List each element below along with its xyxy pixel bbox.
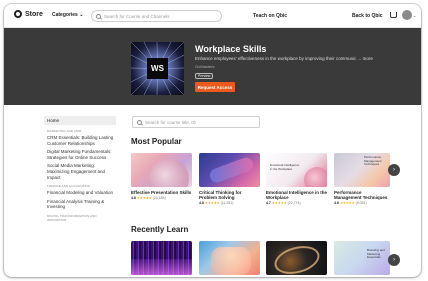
search-icon <box>96 13 101 19</box>
star-icon: ★★★★★ <box>339 201 355 205</box>
course-thumbnail <box>131 241 192 275</box>
carousel-next-button[interactable]: › <box>388 254 400 266</box>
sidebar-item-digital-marketing[interactable]: Digital Marketing Fundamentals: Strategi… <box>44 149 116 160</box>
star-icon: ★★★★★ <box>204 201 220 205</box>
logo-icon <box>14 10 22 18</box>
course-thumbnail <box>131 153 192 187</box>
course-rating: 4.6 ★★★★★ (9,051) <box>334 201 390 205</box>
rating-count: (22,774) <box>287 201 301 205</box>
sidebar-item-financial-modeling[interactable]: Financial Modeling and Valuation <box>44 190 116 196</box>
course-card[interactable]: Branding and Marketing Essentials <box>334 241 390 275</box>
categories-label: Categories <box>52 12 78 18</box>
carousel-next-button[interactable]: › <box>388 164 400 176</box>
hero-banner: WS Workplace Skills Enhance employees' e… <box>4 28 421 105</box>
app-window: Store Categories ⌄ Search for Course and… <box>4 4 421 277</box>
thumbnail-caption: Branding and Marketing Essentials <box>367 248 385 260</box>
search-icon <box>137 119 142 125</box>
star-icon: ★★★★★ <box>136 196 152 200</box>
sidebar: Home MARKETING AND CRM CRM Essentials: B… <box>44 116 116 224</box>
course-card[interactable] <box>266 241 327 275</box>
course-card[interactable] <box>131 241 192 275</box>
course-card[interactable]: Performance Management Techniques Perfor… <box>334 153 390 205</box>
most-popular-heading: Most Popular <box>131 137 182 146</box>
course-title: Effective Presentation Skills <box>131 190 192 195</box>
course-card[interactable]: Emotional Intelligence in the Workplace … <box>266 153 327 205</box>
sidebar-item-social-media[interactable]: Social Media Marketing: Maximizing Engag… <box>44 163 116 180</box>
rating-score: 4.7 <box>266 201 271 205</box>
recently-learn-heading: Recently Learn <box>131 225 189 234</box>
course-search-input[interactable]: Search for course title, ID <box>132 116 260 128</box>
categories-menu[interactable]: Categories ⌄ <box>52 12 83 18</box>
sidebar-section-title: MARKETING AND CRM <box>47 129 82 133</box>
course-thumbnail: Performance Management Techniques <box>334 153 390 187</box>
rating-count: (9,051) <box>355 201 367 205</box>
sidebar-item-financial-analysis[interactable]: Financial Analysis Training & Investing <box>44 199 116 210</box>
course-thumbnail: Branding and Marketing Essentials <box>334 241 390 275</box>
rating-score: 4.8 <box>199 201 204 205</box>
course-title: Critical Thinking for Problem Solving <box>199 190 242 200</box>
rating-count: (11,251) <box>220 201 234 205</box>
top-navigation: Store Categories ⌄ Search for Course and… <box>4 4 421 28</box>
hero-thumbnail: WS <box>131 42 184 95</box>
course-thumbnail <box>266 241 327 275</box>
course-card[interactable]: Critical Thinking for Problem Solving 4.… <box>199 153 260 205</box>
thumbnail-caption: Performance Management Techniques <box>364 155 382 167</box>
rating-count: (24,188) <box>152 196 166 200</box>
store-logo[interactable]: Store <box>14 10 43 18</box>
chevron-down-icon: ⌄ <box>79 12 84 18</box>
hero-author: GoMasters <box>195 64 215 69</box>
sidebar-item-home[interactable]: Home <box>44 116 116 125</box>
hero-title: Workplace Skills <box>195 44 267 54</box>
global-search-placeholder: Search for Course and Channels <box>104 13 170 19</box>
back-link[interactable]: Back to Qbic <box>352 13 383 19</box>
course-rating: 4.7 ★★★★★ (22,774) <box>266 201 327 205</box>
request-access-button[interactable]: Request Access <box>195 82 235 92</box>
sidebar-section-title: FINANCE AND ACCOUNTING <box>47 184 91 189</box>
course-title: Performance Management Techniques <box>334 190 388 200</box>
course-title: Emotional Intelligence in the Workplace <box>266 190 328 200</box>
star-icon: ★★★★★ <box>271 201 287 205</box>
course-rating: 4.8 ★★★★★ (11,251) <box>199 201 260 205</box>
logo-text: Store <box>25 10 43 18</box>
chevron-right-icon: › <box>393 167 395 173</box>
course-card[interactable]: Effective Presentation Skills 4.8 ★★★★★ … <box>131 153 192 200</box>
teach-link[interactable]: Teach on Qbic <box>253 13 287 19</box>
sidebar-item-crm[interactable]: CRM Essentials: Building Lasting Custome… <box>44 135 116 146</box>
course-card[interactable] <box>199 241 260 275</box>
chevron-right-icon: › <box>393 257 395 263</box>
course-thumbnail <box>199 241 260 275</box>
course-badge: WS <box>147 58 168 79</box>
chevron-down-icon[interactable]: ⌄ <box>413 13 416 18</box>
sidebar-section-title: DIGITAL TRANSFORMATION AND INNOVATION <box>47 213 97 222</box>
course-thumbnail <box>199 153 260 187</box>
thumbnail-caption: Emotional Intelligence in the Workplace <box>270 163 300 171</box>
avatar[interactable] <box>402 10 412 20</box>
rating-score: 4.8 <box>131 196 136 200</box>
course-thumbnail: Emotional Intelligence in the Workplace <box>266 153 327 187</box>
rating-score: 4.6 <box>334 201 339 205</box>
cart-icon[interactable] <box>390 12 397 18</box>
course-search-placeholder: Search for course title, ID <box>145 119 196 125</box>
global-search-input[interactable]: Search for Course and Channels <box>91 10 222 22</box>
hero-description[interactable]: Enhance employees' effectiveness in the … <box>195 56 373 61</box>
hero-tag: Preview <box>195 73 214 79</box>
course-rating: 4.8 ★★★★★ (24,188) <box>131 196 192 200</box>
